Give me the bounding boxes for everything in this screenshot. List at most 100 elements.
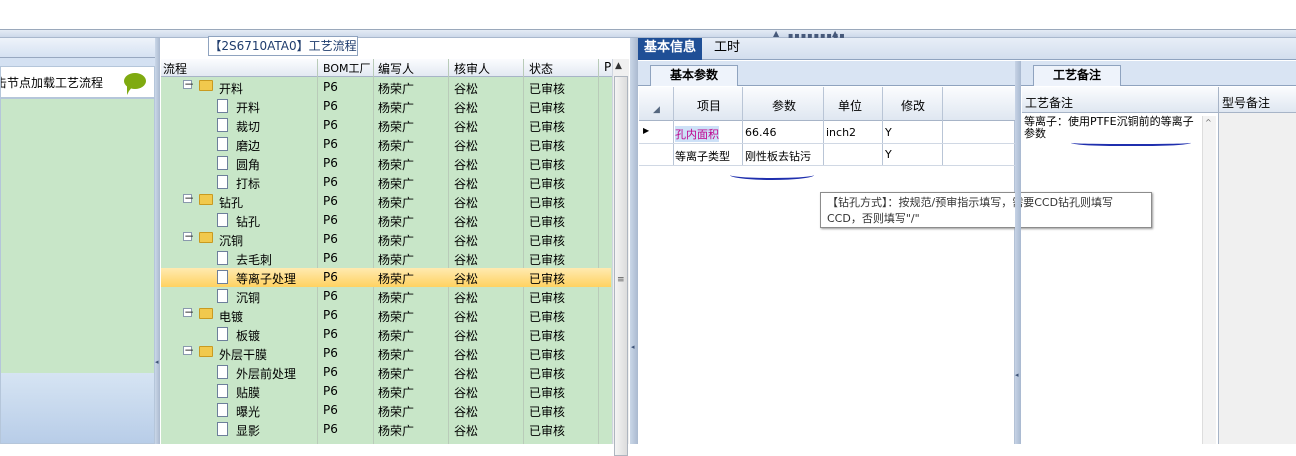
row-reviewer: 谷松 [454, 348, 479, 362]
col-header-process-notes[interactable]: 工艺备注 [1025, 94, 1073, 111]
col-header-param[interactable]: 参数 [772, 97, 796, 114]
row-writer: 杨荣广 [378, 177, 415, 191]
param-row[interactable]: ▶ 孔内面积 66.46 inch2 Y [639, 122, 1015, 144]
current-row-arrow-icon: ▶ [643, 126, 650, 135]
scroll-up-arrow-icon[interactable]: ▲ [615, 61, 622, 71]
col-header-reviewer[interactable]: 核审人 [454, 60, 490, 77]
tree-row[interactable]: 外层前处理 P6 杨荣广 谷松 已审核 [161, 363, 611, 382]
row-flow-name: 显影 [236, 424, 261, 438]
col-header-item[interactable]: 项目 [697, 97, 721, 114]
scrollbar-thumb[interactable]: ≡ [614, 76, 628, 456]
tree-row[interactable]: 去毛刺 P6 杨荣广 谷松 已审核 [161, 249, 611, 268]
row-writer: 杨荣广 [378, 424, 415, 438]
tree-row[interactable]: 沉铜 P6 杨荣广 谷松 已审核 [161, 287, 611, 306]
scroll-up-arrow-icon[interactable]: ^ [1205, 118, 1212, 127]
row-bom: P6 [323, 80, 338, 94]
notes-tab-bar: 工艺备注 [1021, 61, 1296, 86]
param-row[interactable]: 等离子类型 刚性板去钻污 Y [639, 144, 1015, 166]
row-reviewer: 谷松 [454, 215, 479, 229]
tree-row[interactable]: − 沉铜 P6 杨荣广 谷松 已审核 [161, 230, 611, 249]
tree-row[interactable]: 曝光 P6 杨荣广 谷松 已审核 [161, 401, 611, 420]
splitter-arrow-icon[interactable]: ▲ [832, 29, 838, 38]
collapse-toggle-icon[interactable]: − [183, 192, 194, 204]
collapse-toggle-icon[interactable]: − [183, 306, 194, 318]
tree-row[interactable]: 钻孔 P6 杨荣广 谷松 已审核 [161, 211, 611, 230]
collapse-toggle-icon[interactable]: − [183, 78, 194, 90]
col-header-unit[interactable]: 单位 [838, 97, 862, 114]
tree-row[interactable]: 打标 P6 杨荣广 谷松 已审核 [161, 173, 611, 192]
right-tab-bar: 基本信息 工时 [638, 38, 1296, 60]
process-note-text[interactable]: 等离子：使用PTFE沉铜前的等离子参数 [1024, 116, 1199, 140]
document-icon [217, 99, 228, 113]
row-status: 已审核 [529, 234, 566, 248]
process-tree-grid[interactable]: 流程 BOM工厂 编写人 核审人 状态 P − 开料 P6 杨荣广 谷松 已审核 开料 P6 杨… [161, 59, 629, 444]
tab-process-notes[interactable]: 工艺备注 [1033, 65, 1121, 86]
tree-row[interactable]: 磨边 P6 杨荣广 谷松 已审核 [161, 135, 611, 154]
row-flow-name: 圆角 [236, 158, 261, 172]
comment-bubble-icon[interactable] [124, 73, 146, 95]
annotation-underline [730, 170, 814, 180]
folder-icon [199, 232, 213, 243]
tree-vertical-scrollbar[interactable]: ▲ ≡ [612, 59, 629, 456]
row-flow-name: 沉铜 [236, 291, 261, 305]
row-bom: P6 [323, 213, 338, 227]
tab-work-hours[interactable]: 工时 [708, 38, 746, 60]
row-reviewer: 谷松 [454, 253, 479, 267]
tree-row[interactable]: − 外层干膜 P6 杨荣广 谷松 已审核 [161, 344, 611, 363]
collapse-toggle-icon[interactable]: − [183, 230, 194, 242]
vertical-splitter-middle[interactable]: ◂ [630, 38, 638, 444]
row-bom: P6 [323, 99, 338, 113]
subtab-basic-params[interactable]: 基本参数 [650, 65, 738, 86]
tree-row[interactable]: 开料 P6 杨荣广 谷松 已审核 [161, 97, 611, 116]
tab-basic-info[interactable]: 基本信息 [638, 38, 702, 60]
row-writer: 杨荣广 [378, 158, 415, 172]
tree-row[interactable]: − 开料 P6 杨荣广 谷松 已审核 [161, 78, 611, 97]
row-status: 已审核 [529, 310, 566, 324]
row-writer: 杨荣广 [378, 215, 415, 229]
param-value[interactable]: 66.46 [745, 126, 777, 139]
tree-row[interactable]: − 电镀 P6 杨荣广 谷松 已审核 [161, 306, 611, 325]
param-value[interactable]: 刚性板去钻污 [745, 148, 811, 164]
param-grid[interactable]: ◢ 项目 参数 单位 修改 ▶ 孔内面积 66.46 inch2 Y 等离子类型… [639, 87, 1015, 444]
tree-row[interactable]: 板镀 P6 杨荣广 谷松 已审核 [161, 325, 611, 344]
horizontal-splitter[interactable] [0, 30, 1296, 38]
row-flow-name: 贴膜 [236, 386, 261, 400]
vertical-splitter-left[interactable]: ◂ [155, 38, 160, 444]
col-header-model-notes[interactable]: 型号备注 [1222, 94, 1270, 111]
tree-row[interactable]: 贴膜 P6 杨荣广 谷松 已审核 [161, 382, 611, 401]
left-nav-item-label: 击节点加载工艺流程 [0, 76, 104, 90]
tree-row[interactable]: 等离子处理 P6 杨荣广 谷松 已审核 [161, 268, 611, 287]
row-status: 已审核 [529, 177, 566, 191]
col-header-status[interactable]: 状态 [529, 60, 553, 77]
row-flow-name: 外层干膜 [219, 348, 268, 362]
row-reviewer: 谷松 [454, 101, 479, 115]
col-header-flow[interactable]: 流程 [163, 60, 187, 77]
row-flow-name: 打标 [236, 177, 261, 191]
param-item-name: 等离子类型 [675, 150, 730, 163]
tree-row[interactable]: − 钻孔 P6 杨荣广 谷松 已审核 [161, 192, 611, 211]
row-bom: P6 [323, 156, 338, 170]
collapse-toggle-icon[interactable]: − [183, 344, 194, 356]
row-reviewer: 谷松 [454, 196, 479, 210]
tree-row[interactable]: 裁切 P6 杨荣广 谷松 已审核 [161, 116, 611, 135]
grid-corner-icon: ◢ [653, 105, 660, 115]
notes-scrollbar[interactable]: ^ [1202, 116, 1216, 444]
notes-header: 工艺备注 型号备注 [1022, 87, 1296, 113]
row-writer: 杨荣广 [378, 329, 415, 343]
row-flow-name: 裁切 [236, 120, 261, 134]
thumb-grip-icon: ≡ [617, 275, 625, 285]
vertical-splitter-right[interactable]: ◂ [1015, 61, 1021, 444]
col-header-p[interactable]: P [604, 60, 611, 74]
document-icon [217, 289, 228, 303]
tree-row[interactable]: 圆角 P6 杨荣广 谷松 已审核 [161, 154, 611, 173]
splitter-arrow-icon[interactable]: ▲ [773, 29, 779, 38]
col-header-modify[interactable]: 修改 [901, 97, 925, 114]
col-header-writer[interactable]: 编写人 [378, 60, 414, 77]
col-header-bom[interactable]: BOM工厂 [323, 60, 371, 76]
row-reviewer: 谷松 [454, 329, 479, 343]
document-icon [217, 118, 228, 132]
tree-row[interactable]: 显影 P6 杨荣广 谷松 已审核 [161, 420, 611, 439]
annotation-underline [1071, 138, 1191, 146]
param-modify: Y [885, 148, 892, 161]
model-notes-area[interactable] [1219, 113, 1296, 444]
